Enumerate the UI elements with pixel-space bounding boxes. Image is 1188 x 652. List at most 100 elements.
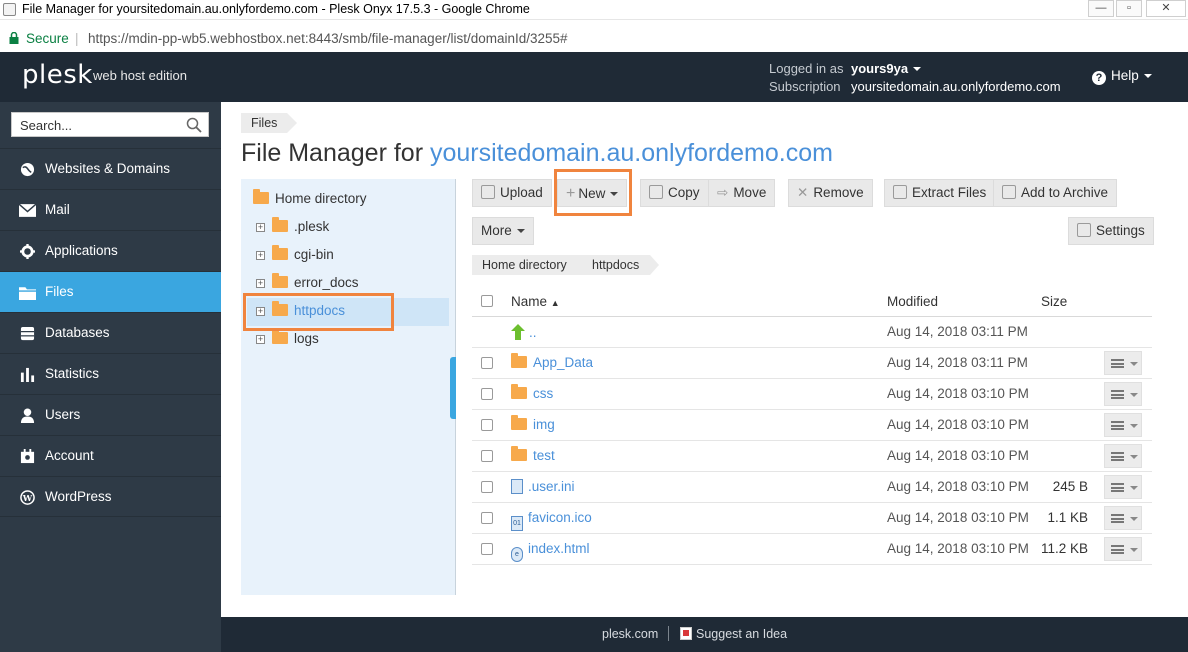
expand-icon[interactable]: + (256, 279, 265, 288)
sidebar-item-wordpress[interactable]: W WordPress (0, 476, 221, 517)
file-link[interactable]: test (511, 446, 555, 463)
search-icon[interactable] (186, 117, 202, 133)
help-button[interactable]: ? Help (1092, 68, 1152, 85)
address-bar[interactable]: Secure | https://mdin-pp-wb5.webhostbox.… (0, 26, 1188, 52)
remove-x-icon: ✕ (797, 185, 809, 200)
file-link[interactable]: 01 favicon.ico (511, 510, 592, 531)
page-title-domain[interactable]: yoursitedomain.au.onlyfordemo.com (430, 139, 833, 167)
settings-button[interactable]: Settings (1068, 217, 1154, 245)
file-modified: Aug 14, 2018 03:10 PM (887, 448, 1029, 463)
table-row[interactable]: css Aug 14, 2018 03:10 PM (472, 379, 1152, 410)
select-all-checkbox[interactable] (481, 295, 493, 307)
file-link[interactable]: img (511, 415, 555, 432)
upload-button[interactable]: Upload (472, 179, 552, 207)
page-footer: plesk.com Suggest an Idea (221, 617, 1188, 652)
copy-button[interactable]: Copy (640, 179, 709, 207)
more-button[interactable]: More (472, 217, 534, 245)
folder-icon (511, 384, 527, 399)
minimize-icon[interactable]: — (1088, 0, 1114, 17)
plesk-com-link[interactable]: plesk.com (602, 627, 658, 641)
table-row[interactable]: 01 favicon.ico Aug 14, 2018 03:10 PM 1.1 … (472, 503, 1152, 534)
plesk-logo[interactable]: plesk (22, 60, 93, 90)
row-menu-button[interactable] (1104, 537, 1142, 561)
expand-icon[interactable]: + (256, 335, 265, 344)
file-size: 11.2 KB (1040, 541, 1088, 556)
table-row[interactable]: test Aug 14, 2018 03:10 PM (472, 441, 1152, 472)
row-menu-button[interactable] (1104, 444, 1142, 468)
sidebar-item-mail[interactable]: Mail (0, 189, 221, 230)
row-checkbox[interactable] (481, 481, 493, 493)
row-checkbox[interactable] (481, 388, 493, 400)
close-icon[interactable]: ✕ (1146, 0, 1186, 17)
tree-node-logs[interactable]: + logs (256, 329, 319, 351)
file-link[interactable]: .user.ini (511, 479, 575, 494)
file-link[interactable]: css (511, 384, 553, 401)
sidebar-item-label: Account (45, 448, 94, 463)
row-menu-button[interactable] (1104, 382, 1142, 406)
path-home-directory[interactable]: Home directory (472, 255, 587, 275)
add-to-archive-button[interactable]: Add to Archive (993, 179, 1118, 207)
sidebar-item-statistics[interactable]: Statistics (0, 353, 221, 394)
help-label: Help (1111, 68, 1139, 83)
row-menu-button[interactable] (1104, 506, 1142, 530)
move-button[interactable]: ⇨ Move (708, 179, 776, 207)
row-checkbox[interactable] (481, 512, 493, 524)
folder-icon (511, 353, 527, 368)
table-row[interactable]: e index.html Aug 14, 2018 03:10 PM 11.2 K… (472, 534, 1152, 565)
row-menu-button[interactable] (1104, 351, 1142, 375)
search-input[interactable]: Search... (11, 112, 209, 137)
address-separator: | (75, 31, 79, 46)
file-name: index.html (528, 541, 590, 556)
sidebar-item-websites-domains[interactable]: Websites & Domains (0, 148, 221, 189)
parent-directory-link[interactable]: .. (511, 324, 537, 340)
sidebar-item-account[interactable]: Account (0, 435, 221, 476)
path-httpdocs[interactable]: httpdocs (578, 255, 659, 275)
chevron-down-icon (1130, 424, 1138, 428)
database-icon (20, 326, 35, 341)
remove-button[interactable]: ✕ Remove (788, 179, 873, 207)
file-modified: Aug 14, 2018 03:11 PM (887, 355, 1028, 370)
maximize-icon[interactable]: ▫ (1116, 0, 1142, 17)
sidebar-item-files[interactable]: Files (0, 271, 221, 312)
column-header-name[interactable]: Name ▲ (511, 294, 560, 309)
sidebar-item-databases[interactable]: Databases (0, 312, 221, 353)
url-text[interactable]: https://mdin-pp-wb5.webhostbox.net:8443/… (88, 31, 568, 46)
copy-label: Copy (668, 185, 700, 200)
tree-root-home-directory[interactable]: Home directory (253, 189, 367, 211)
file-link[interactable]: e index.html (511, 541, 590, 562)
expand-icon[interactable]: + (256, 223, 265, 232)
table-row[interactable]: App_Data Aug 14, 2018 03:11 PM (472, 348, 1152, 379)
file-link[interactable]: App_Data (511, 353, 593, 370)
file-modified: Aug 14, 2018 03:10 PM (887, 417, 1029, 432)
row-checkbox[interactable] (481, 543, 493, 555)
arrow-up-icon (511, 324, 525, 340)
tree-collapse-handle[interactable] (450, 357, 456, 419)
tree-node-plesk[interactable]: + .plesk (256, 217, 329, 239)
sidebar-item-users[interactable]: Users (0, 394, 221, 435)
sidebar-item-label: Websites & Domains (45, 161, 171, 176)
row-menu-button[interactable] (1104, 475, 1142, 499)
breadcrumb-files[interactable]: Files (241, 113, 298, 133)
column-header-size[interactable]: Size (1041, 294, 1067, 309)
suggest-idea-link[interactable]: Suggest an Idea (680, 627, 787, 641)
folder-icon (511, 446, 527, 461)
table-row[interactable]: .user.ini Aug 14, 2018 03:10 PM 245 B (472, 472, 1152, 503)
sidebar-item-applications[interactable]: Applications (0, 230, 221, 271)
user-menu[interactable]: yours9ya (851, 60, 922, 78)
row-checkbox[interactable] (481, 357, 493, 369)
tree-node-error-docs[interactable]: + error_docs (256, 273, 359, 295)
expand-icon[interactable]: + (256, 251, 265, 260)
row-checkbox[interactable] (481, 419, 493, 431)
page-favicon-icon (3, 3, 16, 16)
idea-icon (680, 627, 692, 640)
tree-node-cgi-bin[interactable]: + cgi-bin (256, 245, 334, 267)
extract-files-button[interactable]: Extract Files (884, 179, 996, 207)
column-header-modified[interactable]: Modified (887, 294, 938, 309)
tree-node-label: Home directory (275, 191, 367, 206)
subscription-selector[interactable]: yoursitedomain.au.onlyfordemo.com (851, 78, 1061, 96)
row-menu-button[interactable] (1104, 413, 1142, 437)
row-checkbox[interactable] (481, 450, 493, 462)
table-row[interactable]: .. Aug 14, 2018 03:11 PM (472, 317, 1152, 348)
more-label: More (481, 223, 512, 238)
table-row[interactable]: img Aug 14, 2018 03:10 PM (472, 410, 1152, 441)
